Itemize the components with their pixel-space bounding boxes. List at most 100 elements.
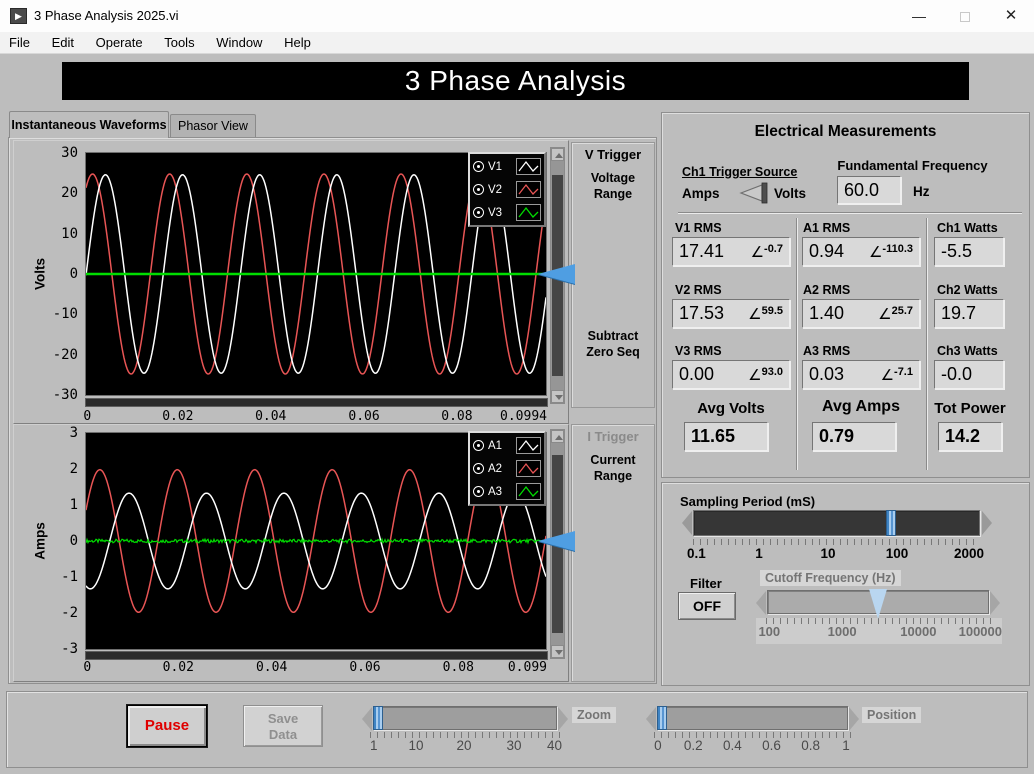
minimize-button[interactable]: — xyxy=(896,0,942,32)
legend-item-v3[interactable]: V3 xyxy=(473,201,541,224)
tick-label: 100000 xyxy=(958,624,1002,639)
legend-item-a1[interactable]: A1 xyxy=(473,434,541,457)
subtract-zero-seq-label-line2: Zero Seq xyxy=(586,345,640,359)
legend-item-v2[interactable]: V2 xyxy=(473,178,541,201)
scroll-down-icon[interactable] xyxy=(551,390,564,403)
tick-label: 0.06 xyxy=(348,409,380,424)
i-trigger-panel: I Trigger Current Range xyxy=(571,424,655,682)
zoom-label: Zoom xyxy=(572,707,617,723)
cutoff-frequency-handle[interactable] xyxy=(868,589,887,619)
slider-left-arrow-icon[interactable] xyxy=(362,707,372,731)
tick-label: 0.08 xyxy=(441,409,473,424)
close-button[interactable]: ✕ xyxy=(988,0,1034,32)
menu-file[interactable]: File xyxy=(0,32,39,53)
pause-button[interactable]: Pause xyxy=(127,705,207,747)
tick-label: 3 xyxy=(69,425,78,441)
legend-item-a2[interactable]: A2 xyxy=(473,457,541,480)
tick-label: 0.02 xyxy=(162,409,194,424)
v3-rms-magnitude: 0.00 xyxy=(679,364,715,384)
v1-rms-angle: -0.7 xyxy=(764,242,783,255)
menu-tools[interactable]: Tools xyxy=(155,32,203,53)
tick-label: 0 xyxy=(69,266,78,282)
tick-label: 0.2 xyxy=(683,738,703,753)
current-trigger-level-pointer[interactable] xyxy=(538,531,575,551)
position-handle[interactable] xyxy=(656,706,667,730)
slider-right-arrow-icon[interactable] xyxy=(982,511,992,535)
legend-item-a3[interactable]: A3 xyxy=(473,480,541,503)
tick-label: 30 xyxy=(61,145,78,161)
maximize-icon xyxy=(960,12,970,23)
slider-left-arrow-icon[interactable] xyxy=(756,591,766,615)
a2-rms-label: A2 RMS xyxy=(803,283,851,297)
filter-button[interactable]: OFF xyxy=(678,592,736,620)
plot-style-sample[interactable] xyxy=(516,437,541,454)
trigger-source-switch[interactable] xyxy=(738,181,770,205)
tick-label: 0.0994 xyxy=(500,409,547,424)
tick-label: 1 xyxy=(755,546,763,561)
plot-style-sample[interactable] xyxy=(516,181,541,198)
tick-label: 10000 xyxy=(900,624,937,639)
plot-style-sample[interactable] xyxy=(516,460,541,477)
menu-help[interactable]: Help xyxy=(275,32,320,53)
ch3-watts-value: -0.0 xyxy=(941,364,973,384)
slider-right-arrow-icon[interactable] xyxy=(990,591,1000,615)
position-slider[interactable] xyxy=(656,706,848,730)
tick-label: 0.04 xyxy=(255,660,288,675)
cutoff-frequency-slider[interactable] xyxy=(767,589,989,619)
zoom-handle[interactable] xyxy=(372,706,383,730)
avg-amps-label: Avg Amps xyxy=(822,398,900,415)
cutoff-scale: 100 1000 10000 100000 xyxy=(756,618,1002,644)
fundamental-frequency-label: Fundamental Frequency xyxy=(837,158,988,173)
fundamental-frequency-input[interactable]: 60.0 xyxy=(837,176,901,204)
tick-label: -30 xyxy=(52,387,78,403)
angle-icon: ∠ xyxy=(880,366,895,384)
menu-operate[interactable]: Operate xyxy=(87,32,152,53)
current-range-label-line2: Range xyxy=(593,469,633,483)
scroll-up-icon[interactable] xyxy=(551,430,564,443)
tick-label: 0.6 xyxy=(762,738,781,753)
a1-rms-magnitude: 0.94 xyxy=(809,241,845,261)
tab-phasor-view[interactable]: Phasor View xyxy=(170,114,256,138)
title-bar: ▶ 3 Phase Analysis 2025.vi — ✕ xyxy=(0,0,1034,32)
menu-edit[interactable]: Edit xyxy=(43,32,83,53)
a3-rms-angle: -7.1 xyxy=(894,365,913,378)
a3-rms-label: A3 RMS xyxy=(803,344,851,358)
plot-visible-radio-icon xyxy=(473,486,484,497)
legend-item-v1[interactable]: V1 xyxy=(473,155,541,178)
position-label: Position xyxy=(862,707,922,723)
plot-visible-radio-icon xyxy=(473,463,484,474)
tick-label: 1 xyxy=(842,738,850,753)
v-trigger-panel: V Trigger Voltage Range xyxy=(571,142,655,408)
ch1-watts-value: -5.5 xyxy=(941,241,973,261)
slider-left-arrow-icon[interactable] xyxy=(646,707,656,731)
tick-label: 0.08 xyxy=(442,660,474,675)
voltage-trigger-level-pointer[interactable] xyxy=(538,264,575,284)
plot-style-sample[interactable] xyxy=(516,158,541,175)
sampling-period-handle[interactable] xyxy=(885,510,896,536)
slider-right-arrow-icon[interactable] xyxy=(558,707,568,731)
plot-style-sample[interactable] xyxy=(516,204,541,221)
a3-rms-indicator: 0.03 ∠-7.1 xyxy=(802,360,920,389)
menu-window[interactable]: Window xyxy=(207,32,271,53)
scroll-up-icon[interactable] xyxy=(551,148,564,161)
window-title: 3 Phase Analysis 2025.vi xyxy=(34,8,179,23)
scroll-down-icon[interactable] xyxy=(551,645,564,658)
tick-label: 30 xyxy=(506,738,522,753)
v2-rms-indicator: 17.53 ∠59.5 xyxy=(672,299,790,328)
v2-rms-angle: 59.5 xyxy=(761,304,783,317)
sampling-period-slider[interactable] xyxy=(693,510,980,536)
save-data-line1: Save xyxy=(267,711,299,726)
angle-icon: ∠ xyxy=(750,243,765,261)
current-graph-hscrollbar[interactable] xyxy=(85,651,548,660)
maximize-button[interactable] xyxy=(942,0,988,32)
page-title: 3 Phase Analysis xyxy=(62,62,969,100)
voltage-graph-hscrollbar[interactable] xyxy=(85,398,548,407)
tab-instantaneous-waveforms[interactable]: Instantaneous Waveforms xyxy=(9,111,169,138)
save-data-button[interactable]: Save Data xyxy=(243,705,323,747)
current-y-ticks: 3 2 1 0 -1 -2 -3 xyxy=(46,425,80,657)
plot-style-sample[interactable] xyxy=(516,483,541,500)
slider-left-arrow-icon[interactable] xyxy=(682,511,692,535)
avg-volts-label: Avg Volts xyxy=(697,400,765,417)
zoom-slider[interactable] xyxy=(372,706,557,730)
slider-right-arrow-icon[interactable] xyxy=(849,707,859,731)
